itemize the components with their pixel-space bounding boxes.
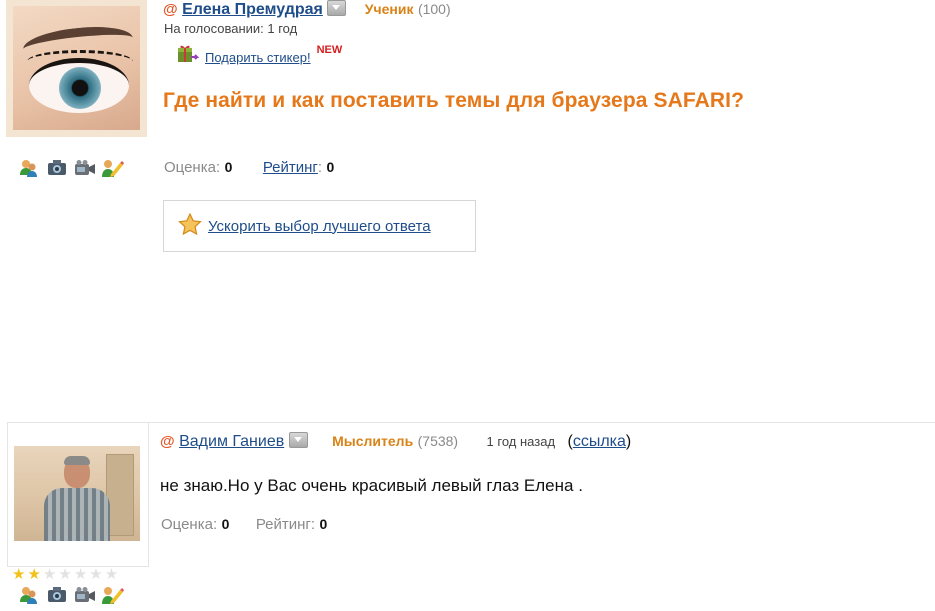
answer-author-points: (7538) xyxy=(417,433,459,449)
question-author-avatar[interactable] xyxy=(6,0,147,137)
star-empty-icon: ★ xyxy=(42,566,57,583)
answer-divider xyxy=(147,422,935,423)
avatar-photo xyxy=(13,6,140,130)
door-shape xyxy=(106,454,134,536)
answer-author-stars: ★ ★ ★ ★ ★ ★ ★ xyxy=(12,567,118,582)
link-paren-close: ) xyxy=(625,433,632,450)
rating-label: Рейтинг xyxy=(255,516,311,533)
iris-shape xyxy=(59,67,101,109)
eyelash-shape xyxy=(27,50,133,73)
answer-author-line: @ Вадим Ганиев Мыслитель (7538) 1 год на… xyxy=(160,432,631,451)
star-icon xyxy=(178,212,202,240)
star-empty-icon: ★ xyxy=(73,566,88,583)
answer-time: 1 год назад xyxy=(486,434,556,449)
speedup-best-answer-link[interactable]: Ускорить выбор лучшего ответа xyxy=(208,218,431,235)
question-author-line: @ Елена Премудрая Ученик (100) xyxy=(163,0,451,18)
score-label: Оценка xyxy=(161,516,213,533)
video-icon[interactable] xyxy=(74,158,96,178)
answer-permalink[interactable]: ссылка xyxy=(573,433,626,450)
hair-shape xyxy=(64,456,90,465)
friends-icon[interactable] xyxy=(18,585,40,605)
rating-value: 0 xyxy=(319,516,328,532)
answer-text: не знаю.Но у Вас очень красивый левый гл… xyxy=(160,476,583,495)
answer-author-name[interactable]: Вадим Ганиев xyxy=(179,433,284,450)
avatar-photo xyxy=(14,446,140,541)
edit-icon[interactable] xyxy=(102,585,124,605)
score-label: Оценка xyxy=(164,159,216,176)
rating-link[interactable]: Рейтинг xyxy=(263,159,318,176)
score-value: 0 xyxy=(221,516,230,532)
speedup-best-answer-box[interactable]: Ускорить выбор лучшего ответа xyxy=(163,200,476,252)
camera-icon[interactable] xyxy=(46,585,68,605)
author-at-icon: @ xyxy=(160,433,175,450)
star-empty-icon: ★ xyxy=(58,566,72,583)
voting-status: На голосовании: 1 год xyxy=(164,21,298,36)
answer-author-avatar[interactable] xyxy=(7,422,149,567)
question-author-points: (100) xyxy=(417,1,451,17)
gift-sticker-row: Подарить стикер! NEW xyxy=(177,44,342,69)
author-at-icon: @ xyxy=(163,1,178,18)
video-icon[interactable] xyxy=(74,585,96,605)
edit-icon[interactable] xyxy=(102,158,124,178)
answer-author-rank: Мыслитель xyxy=(332,433,414,449)
question-rating-row: Оценка: 0 Рейтинг: 0 xyxy=(164,159,335,176)
question-author-rank: Ученик xyxy=(364,1,414,17)
gift-icon xyxy=(177,44,200,69)
question-author-name[interactable]: Елена Премудрая xyxy=(182,1,323,18)
score-value: 0 xyxy=(224,159,233,175)
rating-value: 0 xyxy=(326,159,335,175)
star-filled-icon: ★ xyxy=(27,566,41,583)
question-title: Где найти и как поставить темы для брауз… xyxy=(163,89,744,112)
author-menu-dropdown-icon[interactable] xyxy=(327,0,347,16)
gift-sticker-link[interactable]: Подарить стикер! xyxy=(205,50,311,65)
question-author-icons xyxy=(18,158,124,178)
author-menu-dropdown-icon[interactable] xyxy=(288,432,308,448)
star-empty-icon: ★ xyxy=(89,566,103,583)
camera-icon[interactable] xyxy=(46,158,68,178)
star-empty-icon: ★ xyxy=(104,566,119,583)
answer-rating-row: Оценка: 0 Рейтинг: 0 xyxy=(161,516,328,533)
new-badge: NEW xyxy=(316,44,343,56)
friends-icon[interactable] xyxy=(18,158,40,178)
star-filled-icon: ★ xyxy=(12,566,26,583)
shirt-shape xyxy=(44,488,110,541)
answer-author-icons xyxy=(18,585,124,605)
